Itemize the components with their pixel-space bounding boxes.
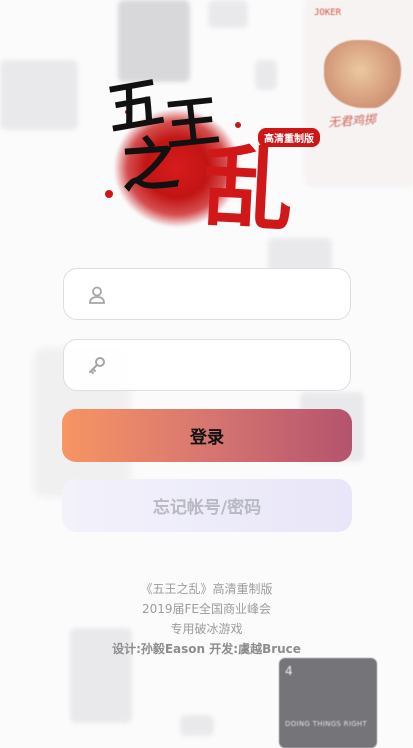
hd-edition-badge: 高清重制版 [258,128,320,147]
joker-card-art [324,40,404,108]
footer-line-title: 《五王之乱》高清重制版 [140,582,273,596]
background-card [180,715,214,736]
footer-line-event: 2019届FE全国商业峰会 [141,602,272,616]
footer-line-credits: 设计:孙毅Eason 开发:虞越Bruce [112,642,301,656]
username-input[interactable] [114,269,344,321]
playing-card-four: 4 DOING THINGS RIGHT [279,658,377,748]
card-caption: DOING THINGS RIGHT [285,720,368,728]
game-logo: 五 王 之 乱 高清重制版 [95,68,327,245]
key-icon [89,357,105,374]
password-field[interactable] [63,339,351,392]
logo-char-wu: 五 [101,68,169,144]
footer-line-purpose: 专用破冰游戏 [170,622,243,636]
joker-card-signature: 无君鸡掷 [327,112,377,130]
forgot-account-button[interactable]: 忘记帐号/密码 [62,479,352,532]
joker-card-letters: JOKER [314,8,342,18]
login-button[interactable]: 登录 [62,409,352,462]
card-number: 4 [285,664,293,678]
logo-char-zhi: 之 [118,129,182,201]
username-field[interactable] [63,268,351,321]
credits-footer: 《五王之乱》高清重制版 2019届FE全国商业峰会 专用破冰游戏 设计:孙毅Ea… [0,579,413,659]
logo-char-luan: 乱 [200,133,296,245]
background-card [208,0,248,28]
blood-drop [235,122,241,128]
background-card [0,60,78,130]
user-icon [89,286,105,304]
blood-drop [105,190,113,198]
password-input[interactable] [114,340,344,392]
